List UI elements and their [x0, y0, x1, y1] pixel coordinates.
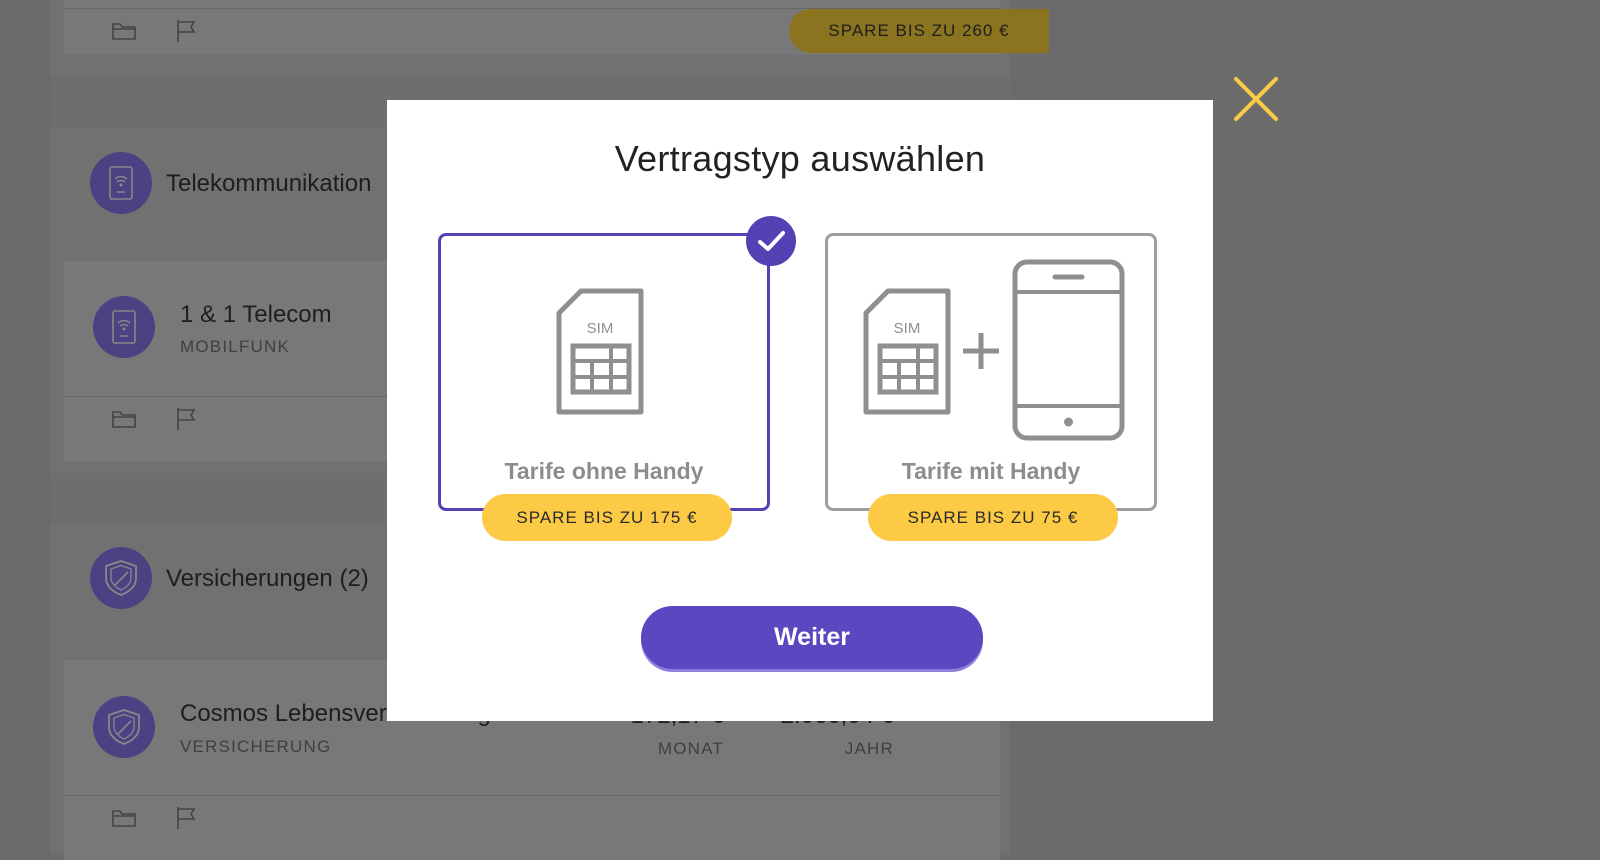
dialog-title: Vertragstyp auswählen: [614, 138, 986, 179]
option-label: Tarife mit Handy: [901, 458, 1081, 484]
top-panel: SPARE BIS ZU 260 €: [50, 0, 1049, 75]
monthly-label: MONAT: [657, 739, 724, 758]
tablet-wifi-icon: [93, 296, 155, 358]
sim-card-icon: SIM: [556, 288, 644, 415]
contract-title: 1 & 1 Telecom: [180, 301, 332, 328]
sim-label: SIM: [587, 320, 614, 337]
contract-subtitle: MOBILFUNK: [180, 337, 290, 356]
continue-button[interactable]: Weiter: [641, 606, 983, 669]
top-card: SPARE BIS ZU 260 €: [64, 0, 1049, 55]
tablet-wifi-icon: [90, 152, 152, 214]
option-tarife-mit-handy[interactable]: SIM Tarife mit Handy: [825, 233, 1157, 511]
flag-icon[interactable]: [174, 406, 200, 432]
sim-card-icon: SIM: [863, 288, 951, 415]
flag-icon[interactable]: [174, 18, 200, 44]
flag-icon[interactable]: [174, 805, 200, 831]
contract-subtitle: VERSICHERUNG: [180, 737, 332, 756]
selected-check-badge: [746, 216, 796, 266]
folder-icon[interactable]: [111, 807, 137, 829]
checkmark-icon: [758, 231, 785, 251]
yearly-label: JAHR: [844, 739, 894, 758]
category-title[interactable]: Telekommunikation: [166, 170, 371, 198]
folder-icon[interactable]: [111, 408, 137, 430]
contract-type-dialog: Vertragstyp auswählen SIM Tarife ohne Ha…: [387, 100, 1213, 721]
option-label: Tarife ohne Handy: [504, 458, 704, 484]
top-save-badge: SPARE BIS ZU 260 €: [789, 9, 1049, 53]
save-badge: SPARE BIS ZU 75 €: [868, 494, 1118, 541]
plus-icon: [963, 333, 999, 369]
shield-icon: [90, 547, 152, 609]
close-icon[interactable]: [1233, 76, 1279, 122]
save-badge: SPARE BIS ZU 175 €: [482, 494, 732, 541]
folder-icon[interactable]: [111, 20, 137, 42]
category-title[interactable]: Versicherungen (2): [166, 565, 369, 593]
option-tarife-ohne-handy[interactable]: SIM Tarife ohne Handy: [438, 233, 770, 511]
shield-icon: [93, 696, 155, 758]
sim-label: SIM: [894, 320, 921, 337]
smartphone-icon: [1012, 259, 1125, 441]
